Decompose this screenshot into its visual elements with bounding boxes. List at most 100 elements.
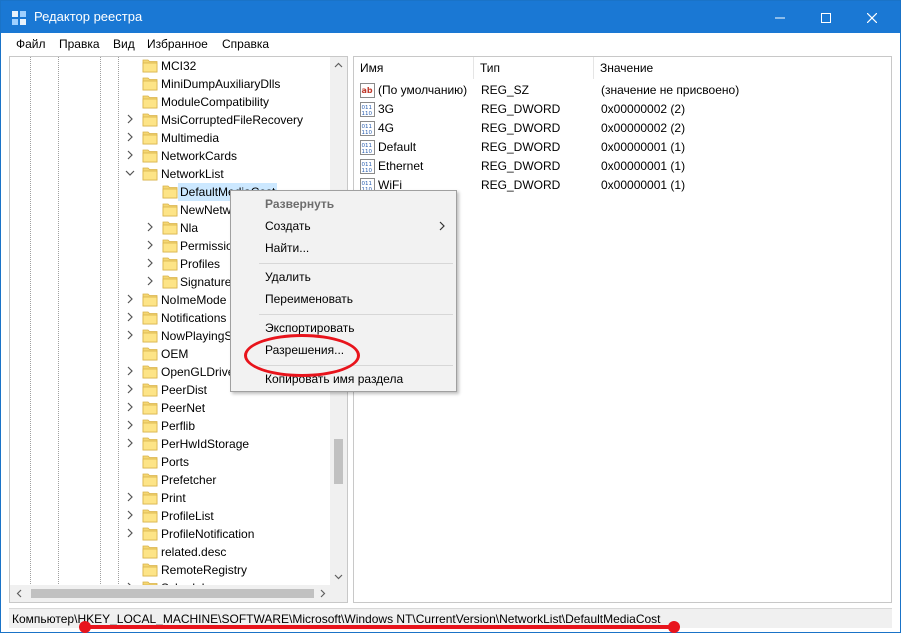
folder-icon — [142, 167, 158, 181]
value-row[interactable]: 011 110 4G REG_DWORD 0x00000002 (2) — [354, 119, 891, 138]
folder-icon — [142, 563, 158, 577]
menu-help[interactable]: Справка — [222, 37, 269, 51]
value-name: Ethernet — [378, 159, 424, 173]
close-button[interactable] — [849, 1, 895, 33]
tree-item[interactable]: ProfileNotification — [10, 525, 330, 543]
tree-item[interactable]: RemoteRegistry — [10, 561, 330, 579]
tree-item-label: Multimedia — [161, 131, 220, 145]
column-header-type[interactable]: Тип — [474, 57, 594, 79]
menu-item-rename[interactable]: Переименовать — [232, 288, 455, 310]
tree-item[interactable]: Print — [10, 489, 330, 507]
tree-item[interactable]: MCI32 — [10, 57, 330, 75]
menu-item-export[interactable]: Экспортировать — [232, 317, 455, 339]
collapsed-arrow-icon[interactable] — [125, 311, 135, 323]
collapsed-arrow-icon[interactable] — [125, 131, 135, 143]
value-row[interactable]: 011 110 Default REG_DWORD 0x00000001 (1) — [354, 138, 891, 157]
tree-item[interactable]: ModuleCompatibility — [10, 93, 330, 111]
tree-item-label: ModuleCompatibility — [161, 95, 270, 109]
tree-item-label: PeerNet — [161, 401, 206, 415]
tree-item[interactable]: Multimedia — [10, 129, 330, 147]
collapsed-arrow-icon[interactable] — [125, 437, 135, 449]
tree-item[interactable]: MiniDumpAuxiliaryDlls — [10, 75, 330, 93]
maximize-button[interactable] — [803, 1, 849, 33]
annotation-underline — [81, 625, 677, 629]
collapsed-arrow-icon[interactable] — [125, 293, 135, 305]
collapsed-arrow-icon[interactable] — [125, 365, 135, 377]
expanded-arrow-icon[interactable] — [125, 167, 135, 179]
collapsed-arrow-icon[interactable] — [145, 239, 155, 251]
column-header-name[interactable]: Имя — [354, 57, 474, 79]
folder-icon — [162, 239, 178, 253]
menu-item-create[interactable]: Создать — [232, 215, 455, 237]
collapsed-arrow-icon[interactable] — [125, 419, 135, 431]
value-name: 4G — [378, 121, 395, 135]
tree-item-label: MsiCorruptedFileRecovery — [161, 113, 304, 127]
tree-item[interactable]: Ports — [10, 453, 330, 471]
tree-item-label: NewNetw — [180, 203, 232, 217]
menu-item-find[interactable]: Найти... — [232, 237, 455, 259]
value-data: 0x00000001 (1) — [601, 159, 686, 173]
value-row[interactable]: 011 110 3G REG_DWORD 0x00000002 (2) — [354, 100, 891, 119]
tree-item[interactable]: Prefetcher — [10, 471, 330, 489]
tree-item[interactable]: PerHwIdStorage — [10, 435, 330, 453]
scroll-up-icon[interactable] — [334, 61, 343, 70]
minimize-button[interactable] — [757, 1, 803, 33]
value-row[interactable]: ab (По умолчанию) REG_SZ (значение не присв… — [354, 81, 891, 100]
collapsed-arrow-icon[interactable] — [125, 149, 135, 161]
tree-item-label: MCI32 — [161, 59, 197, 73]
value-row[interactable]: 011 110 Ethernet REG_DWORD 0x00000001 (1) — [354, 157, 891, 176]
scroll-right-icon[interactable] — [318, 589, 327, 598]
tree-item[interactable]: related.desc — [10, 543, 330, 561]
menu-file[interactable]: Файл — [16, 37, 46, 51]
scroll-left-icon[interactable] — [15, 589, 24, 598]
tree-item[interactable]: NetworkCards — [10, 147, 330, 165]
collapsed-arrow-icon[interactable] — [125, 527, 135, 539]
menu-bar: Файл Правка Вид Избранное Справка — [1, 33, 900, 55]
folder-icon — [142, 311, 158, 325]
annotation-dot-left — [79, 621, 91, 633]
tree-horizontal-scrollbar[interactable] — [10, 585, 347, 602]
binary-value-icon: 011110 — [360, 159, 375, 174]
collapsed-arrow-icon[interactable] — [125, 491, 135, 503]
collapsed-arrow-icon[interactable] — [125, 401, 135, 413]
collapsed-arrow-icon[interactable] — [145, 257, 155, 269]
submenu-arrow-icon — [439, 221, 445, 231]
tree-item[interactable]: NetworkList — [10, 165, 330, 183]
collapsed-arrow-icon[interactable] — [125, 383, 135, 395]
folder-icon — [142, 95, 158, 109]
folder-icon — [162, 185, 178, 199]
tree-item[interactable]: Perflib — [10, 417, 330, 435]
value-type: REG_DWORD — [481, 102, 561, 116]
menu-view[interactable]: Вид — [113, 37, 135, 51]
value-type: REG_SZ — [481, 83, 530, 97]
collapsed-arrow-icon[interactable] — [125, 113, 135, 125]
collapsed-arrow-icon[interactable] — [145, 275, 155, 287]
tree-item-label: PerHwIdStorage — [161, 437, 250, 451]
menu-edit[interactable]: Правка — [59, 37, 100, 51]
collapsed-arrow-icon[interactable] — [125, 329, 135, 341]
tree-item-label: Prefetcher — [161, 473, 217, 487]
value-type: REG_DWORD — [481, 140, 561, 154]
tree-item-label: RemoteRegistry — [161, 563, 248, 577]
title-bar[interactable]: Редактор реестра — [1, 1, 900, 33]
collapsed-arrow-icon[interactable] — [145, 221, 155, 233]
tree-item[interactable]: PeerNet — [10, 399, 330, 417]
tree-item-label: Signature — [180, 275, 232, 289]
tree-item-label: MiniDumpAuxiliaryDlls — [161, 77, 281, 91]
tree-hscroll-thumb[interactable] — [31, 589, 314, 598]
menu-item-expand[interactable]: Развернуть — [232, 193, 455, 215]
value-data: (значение не присвоено) — [601, 83, 740, 97]
folder-icon — [142, 347, 158, 361]
tree-scroll-thumb[interactable] — [334, 439, 343, 484]
tree-item-label: Notifications — [161, 311, 227, 325]
column-header-data[interactable]: Значение — [594, 57, 891, 79]
scroll-down-icon[interactable] — [334, 572, 343, 581]
tree-item-label: PeerDist — [161, 383, 208, 397]
folder-icon — [162, 221, 178, 235]
collapsed-arrow-icon[interactable] — [125, 509, 135, 521]
tree-item[interactable]: ProfileList — [10, 507, 330, 525]
menu-item-delete[interactable]: Удалить — [232, 266, 455, 288]
tree-item[interactable]: MsiCorruptedFileRecovery — [10, 111, 330, 129]
menu-favorites[interactable]: Избранное — [147, 37, 208, 51]
close-icon — [866, 12, 878, 24]
